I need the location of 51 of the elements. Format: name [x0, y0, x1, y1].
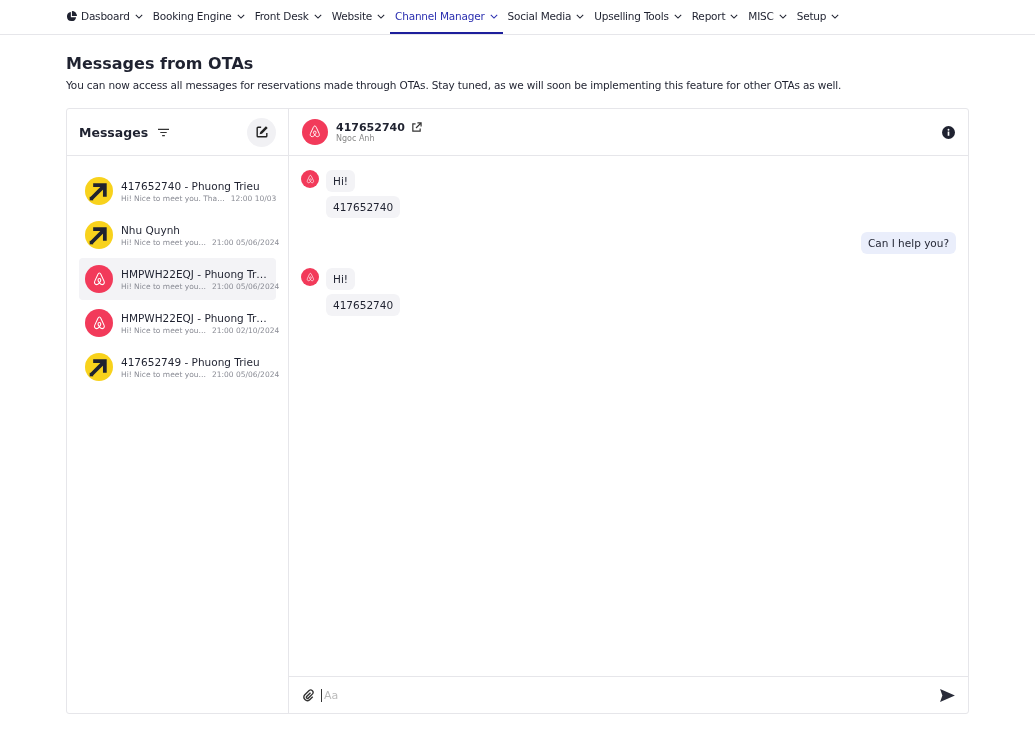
nav-tab[interactable]: Dasboard: [66, 0, 148, 34]
compose-button[interactable]: [247, 117, 276, 147]
airbnb-logo-icon: [85, 265, 113, 293]
contact-name: 417652749 - Phuong Trieu: [121, 355, 261, 368]
paperclip-icon[interactable]: [302, 688, 315, 702]
airbnb-logo-icon: [85, 309, 113, 337]
nav-tab[interactable]: Setup: [791, 0, 845, 34]
chevron-down-icon: [831, 13, 840, 19]
chevron-down-icon: [489, 13, 498, 19]
nav-tab[interactable]: Report: [686, 0, 744, 34]
contact-name: 417652740 - Phuong Trieu: [121, 179, 261, 192]
message-bubble: 417652740: [326, 196, 401, 218]
edit-icon: [254, 125, 269, 139]
page-description: You can now access all messages for reservations made through OTAs. Stay tuned, as we will soon be implementing this feature for other OTAs as well.: [66, 79, 843, 91]
chevron-down-icon: [134, 13, 143, 19]
info-icon[interactable]: [942, 125, 955, 139]
nav-tab[interactable]: MISC: [743, 0, 792, 34]
chevron-down-icon: [236, 13, 245, 19]
chevron-down-icon: [778, 13, 787, 19]
page-title: Messages from OTAs: [66, 54, 255, 73]
chat-subtitle: Ngoc Anh: [336, 134, 375, 143]
send-icon[interactable]: [940, 688, 955, 702]
arrow-logo-icon: [85, 177, 113, 205]
airbnb-avatar-icon: [301, 170, 319, 188]
contact-name: HMPWH22EQJ - Phuong Tr…: [121, 267, 268, 280]
nav-tab[interactable]: Website: [326, 0, 391, 34]
arrow-logo-icon: [85, 353, 113, 381]
nav-tab[interactable]: Channel Manager: [390, 0, 503, 34]
filter-icon[interactable]: [158, 127, 170, 137]
airbnb-avatar-icon: [301, 268, 319, 286]
external-link-icon[interactable]: [410, 122, 422, 133]
chat-title: 417652740: [336, 121, 405, 134]
nav-tab[interactable]: Front Desk: [249, 0, 327, 34]
pie-chart-icon: [66, 10, 77, 22]
message-bubble: 417652740: [326, 294, 401, 316]
message-bubble: Hi!: [326, 170, 356, 192]
chevron-down-icon: [377, 13, 386, 19]
message-bubble: Hi!: [326, 268, 356, 290]
chevron-down-icon: [576, 13, 585, 19]
contact-name: HMPWH22EQJ - Phuong Tr…: [121, 311, 268, 324]
message-bubble: Can I help you?: [860, 232, 956, 254]
airbnb-avatar-icon: [302, 119, 328, 145]
nav-tab[interactable]: Upselling Tools: [589, 0, 687, 34]
chevron-down-icon: [730, 13, 739, 19]
nav-tab[interactable]: Booking Engine: [147, 0, 250, 34]
messages-heading: Messages: [79, 124, 149, 140]
contact-name: Nhu Quynh: [121, 223, 181, 236]
chevron-down-icon: [673, 13, 682, 19]
nav-tab[interactable]: Social Media: [502, 0, 590, 34]
chevron-down-icon: [313, 13, 322, 19]
arrow-logo-icon: [85, 221, 113, 249]
